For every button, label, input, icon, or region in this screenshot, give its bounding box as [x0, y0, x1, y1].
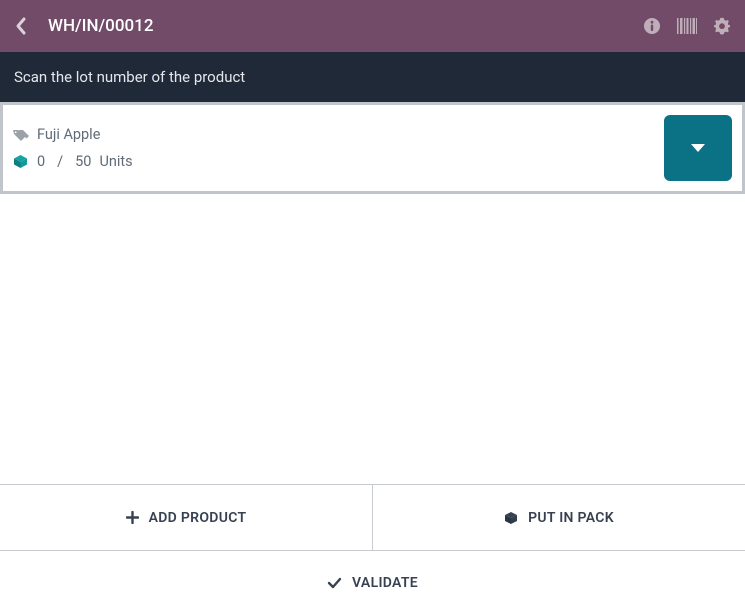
page-title: WH/IN/00012: [48, 16, 643, 36]
info-icon[interactable]: [643, 17, 661, 35]
product-name: Fuji Apple: [37, 126, 100, 143]
header-icons: [643, 17, 731, 35]
content-area: [0, 194, 745, 484]
plus-icon: [126, 511, 139, 524]
action-bar: ADD PRODUCT PUT IN PACK: [0, 484, 745, 550]
uom-label: Units: [99, 153, 132, 170]
product-name-row: Fuji Apple: [13, 126, 664, 143]
product-line: Fuji Apple 0 / 50 Units: [0, 102, 745, 194]
product-info: Fuji Apple 0 / 50 Units: [13, 126, 664, 170]
qty-demand: 50: [75, 153, 91, 170]
qty-done: 0: [37, 153, 45, 170]
validate-button[interactable]: VALIDATE: [0, 550, 745, 615]
put-in-pack-label: PUT IN PACK: [528, 510, 614, 526]
instruction-bar: Scan the lot number of the product: [0, 52, 745, 102]
tag-icon: [13, 128, 29, 142]
add-product-label: ADD PRODUCT: [149, 510, 247, 526]
product-qty-row: 0 / 50 Units: [13, 153, 664, 170]
gear-icon[interactable]: [713, 17, 731, 35]
box-icon: [13, 154, 29, 169]
caret-down-icon: [689, 142, 707, 154]
validate-label: VALIDATE: [352, 575, 418, 591]
check-icon: [327, 577, 342, 589]
line-expand-button[interactable]: [664, 115, 732, 181]
package-icon: [504, 511, 518, 525]
qty-separator: /: [57, 153, 63, 170]
app-header: WH/IN/00012: [0, 0, 745, 52]
back-button[interactable]: [14, 16, 28, 36]
chevron-left-icon: [14, 16, 28, 36]
put-in-pack-button[interactable]: PUT IN PACK: [372, 485, 745, 550]
add-product-button[interactable]: ADD PRODUCT: [0, 485, 372, 550]
barcode-icon[interactable]: [677, 18, 697, 34]
